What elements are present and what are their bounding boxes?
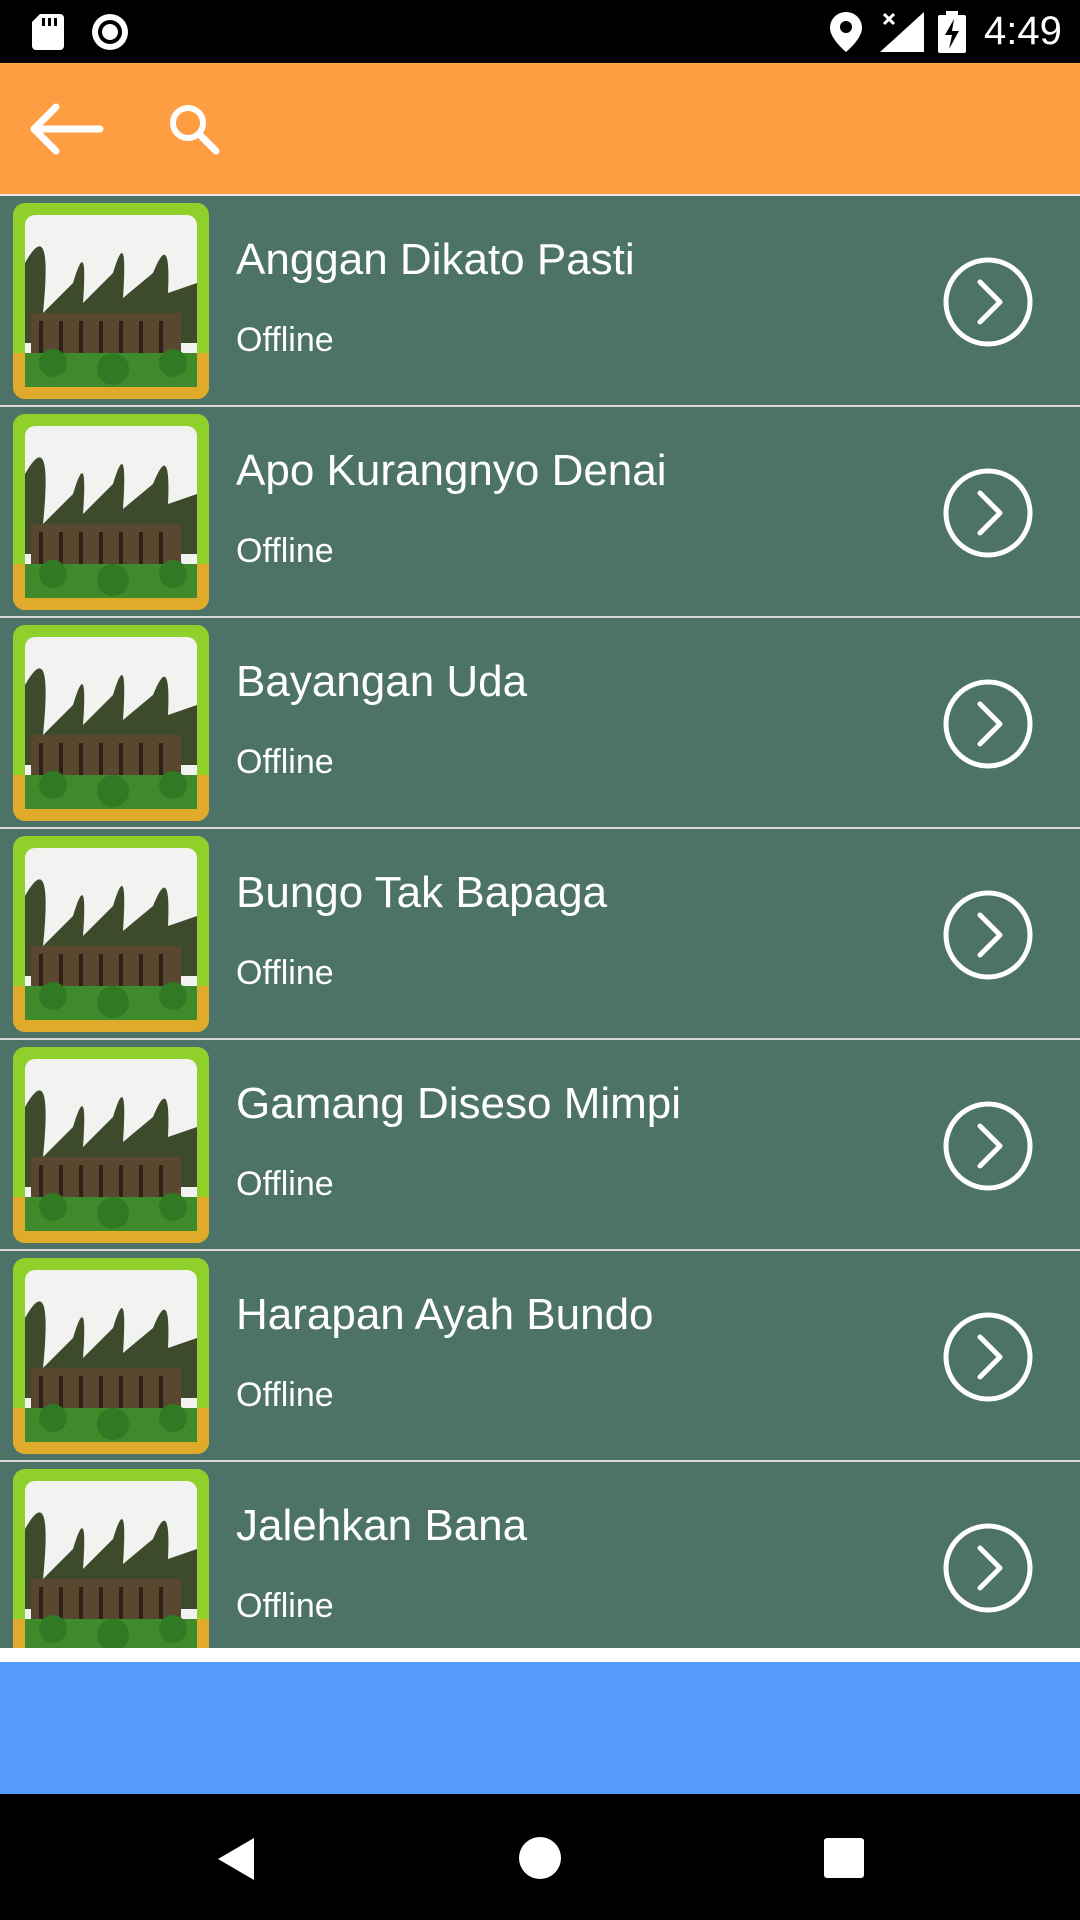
song-list[interactable]: Anggan Dikato Pasti Offline Apo Kurangny… [0, 196, 1080, 1648]
chevron-right-circle-icon[interactable] [940, 1098, 1036, 1194]
rumah-gadang-thumbnail [13, 414, 209, 610]
back-triangle-icon[interactable] [216, 1836, 256, 1882]
battery-charging-icon [938, 11, 966, 53]
list-item[interactable]: Apo Kurangnyo Denai Offline [0, 407, 1080, 618]
list-item[interactable]: Harapan Ayah Bundo Offline [0, 1251, 1080, 1462]
song-status: Offline [236, 1587, 334, 1625]
chevron-right-circle-icon[interactable] [940, 676, 1036, 772]
signal-icon [880, 12, 924, 52]
status-time: 4:49 [984, 9, 1062, 53]
song-title: Harapan Ayah Bundo [236, 1290, 654, 1339]
location-icon [830, 12, 862, 52]
list-item[interactable]: Anggan Dikato Pasti Offline [0, 196, 1080, 407]
rumah-gadang-thumbnail [13, 1047, 209, 1243]
chevron-right-circle-icon[interactable] [940, 887, 1036, 983]
rumah-gadang-thumbnail [13, 203, 209, 399]
list-bottom-gap [0, 1648, 1080, 1662]
rumah-gadang-thumbnail [13, 625, 209, 821]
sd-card-icon [32, 14, 64, 50]
list-item[interactable]: Bayangan Uda Offline [0, 618, 1080, 829]
song-title: Bayangan Uda [236, 657, 528, 706]
song-title: Jalehkan Bana [236, 1501, 528, 1550]
chevron-right-circle-icon[interactable] [940, 1309, 1036, 1405]
list-item[interactable]: Jalehkan Bana Offline [0, 1462, 1080, 1648]
navigation-bar [0, 1794, 1080, 1920]
rumah-gadang-thumbnail [13, 1469, 209, 1648]
song-status: Offline [236, 321, 334, 359]
record-icon [92, 14, 128, 50]
list-item[interactable]: Bungo Tak Bapaga Offline [0, 829, 1080, 1040]
song-title: Bungo Tak Bapaga [236, 868, 608, 917]
chevron-right-circle-icon[interactable] [940, 465, 1036, 561]
song-status: Offline [236, 743, 334, 781]
search-icon[interactable] [166, 101, 222, 157]
chevron-right-circle-icon[interactable] [940, 254, 1036, 350]
song-title: Gamang Diseso Mimpi [236, 1079, 682, 1128]
top-app-bar [0, 63, 1080, 194]
status-bar: 4:49 [0, 0, 1080, 63]
song-status: Offline [236, 1376, 334, 1414]
song-status: Offline [236, 954, 334, 992]
song-status: Offline [236, 532, 334, 570]
song-status: Offline [236, 1165, 334, 1203]
rumah-gadang-thumbnail [13, 1258, 209, 1454]
home-circle-icon[interactable] [518, 1836, 562, 1880]
list-item[interactable]: Gamang Diseso Mimpi Offline [0, 1040, 1080, 1251]
chevron-right-circle-icon[interactable] [940, 1520, 1036, 1616]
song-title: Anggan Dikato Pasti [236, 235, 635, 284]
rumah-gadang-thumbnail [13, 836, 209, 1032]
ad-banner[interactable] [0, 1662, 1080, 1794]
arrow-left-icon[interactable] [28, 101, 104, 157]
recents-square-icon[interactable] [824, 1838, 864, 1878]
song-title: Apo Kurangnyo Denai [236, 446, 667, 495]
